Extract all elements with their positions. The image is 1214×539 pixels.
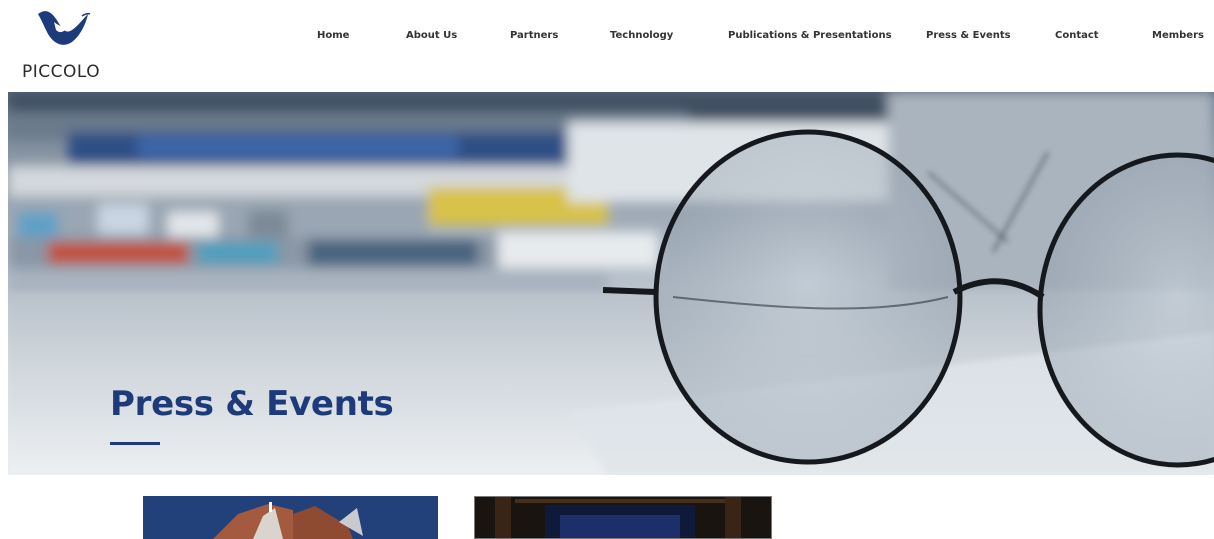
nav-partners[interactable]: Partners — [510, 30, 558, 41]
nav-home[interactable]: Home — [317, 30, 349, 41]
nav-publications-presentations[interactable]: Publications & Presentations — [728, 30, 892, 41]
building-photo — [143, 496, 438, 539]
title-underline — [110, 442, 160, 445]
nav-members[interactable]: Members — [1152, 30, 1204, 41]
piccolo-swoosh-logo-icon — [38, 11, 91, 45]
nav-press-events[interactable]: Press & Events — [926, 30, 1011, 41]
page-title: Press & Events — [110, 384, 394, 424]
lecture-hall-photo — [475, 497, 771, 538]
event-card-2[interactable] — [474, 496, 772, 539]
event-card-1[interactable] — [143, 496, 438, 539]
nav-about-us[interactable]: About Us — [406, 30, 457, 41]
nav-technology[interactable]: Technology — [610, 30, 673, 41]
site-header: PICCOLO Home About Us Partners Technolog… — [0, 0, 1214, 92]
brand-name: PICCOLO — [22, 62, 101, 82]
nav-contact[interactable]: Contact — [1055, 30, 1099, 41]
main-nav: Home About Us Partners Technology Public… — [0, 30, 1214, 46]
hero-banner: Press & Events — [8, 92, 1214, 475]
